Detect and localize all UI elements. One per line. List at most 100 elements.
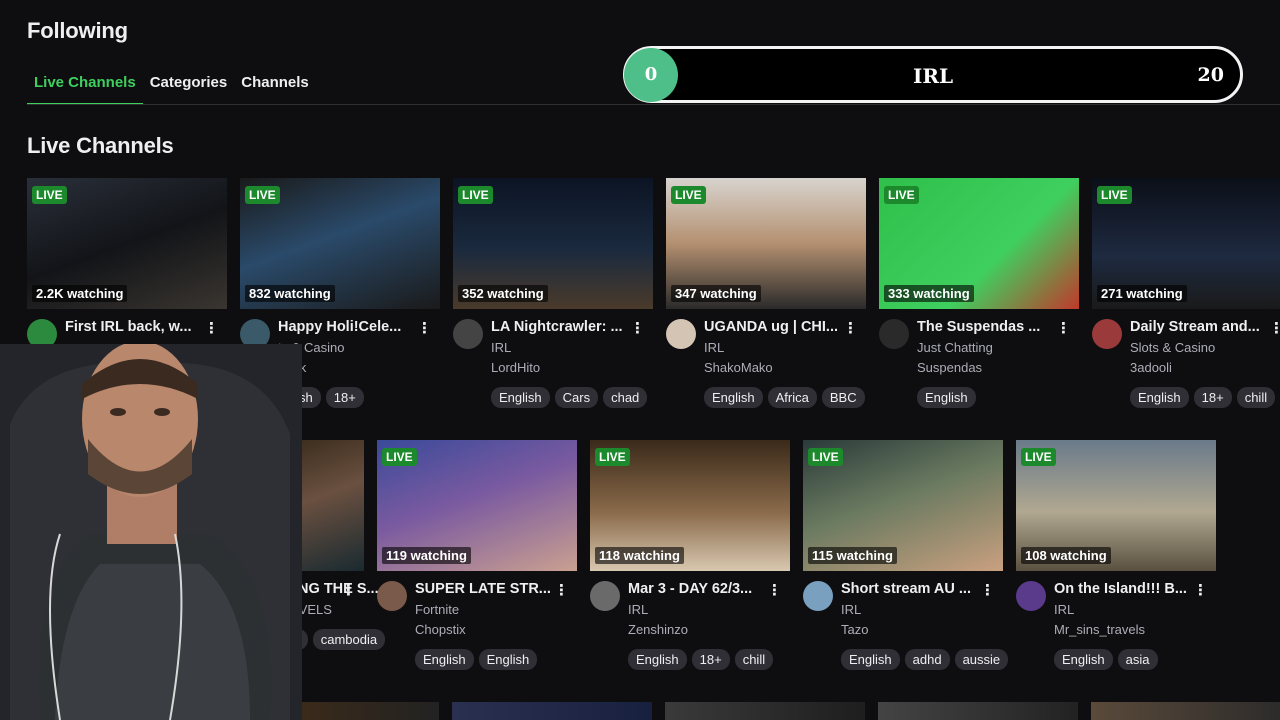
stream-title[interactable]: Daily Stream and... bbox=[1130, 319, 1280, 335]
stream-title[interactable]: The Suspendas ... bbox=[917, 319, 1067, 335]
stream-category[interactable]: IRL bbox=[841, 602, 996, 617]
tag-chip[interactable]: English bbox=[628, 649, 687, 670]
stream-category[interactable]: IRL bbox=[628, 602, 783, 617]
tag-chip[interactable]: chill bbox=[1236, 387, 1276, 408]
avatar[interactable] bbox=[453, 319, 483, 349]
tab-live-channels[interactable]: Live Channels bbox=[27, 70, 143, 105]
avatar[interactable] bbox=[377, 581, 407, 611]
stream-thumbnail[interactable] bbox=[302, 702, 439, 720]
stream-title[interactable]: Happy Holi!Cele... bbox=[278, 319, 428, 335]
streamer-name[interactable]: ShakoMako bbox=[704, 360, 859, 375]
stream-thumbnail[interactable]: LIVE 352 watching bbox=[453, 178, 653, 309]
stream-card[interactable]: LIVE 118 watching Mar 3 - DAY 62/3... IRL Ze… bbox=[590, 440, 790, 670]
avatar[interactable] bbox=[1092, 319, 1122, 349]
stream-thumbnail[interactable] bbox=[878, 702, 1078, 720]
tag-chip[interactable]: English bbox=[491, 387, 550, 408]
stream-title[interactable]: UGANDA ug | CHI... bbox=[704, 319, 854, 335]
tab-channels[interactable]: Channels bbox=[234, 70, 316, 105]
tag-chip[interactable]: asia bbox=[1117, 649, 1158, 670]
stream-thumbnail[interactable] bbox=[665, 702, 865, 720]
more-options-icon[interactable]: ⋮ bbox=[1269, 319, 1280, 337]
streamer-name[interactable]: Chopstix bbox=[415, 622, 570, 637]
tag-chip[interactable]: English bbox=[917, 387, 976, 408]
avatar[interactable] bbox=[879, 319, 909, 349]
viewer-count: 352 watching bbox=[458, 285, 548, 302]
tag-chip[interactable]: chad bbox=[603, 387, 648, 408]
tag-chip[interactable]: English bbox=[415, 649, 474, 670]
tag-chip[interactable]: Africa bbox=[767, 387, 817, 408]
tag-chip[interactable]: English bbox=[841, 649, 900, 670]
stream-category[interactable]: IRL bbox=[704, 340, 859, 355]
more-options-icon[interactable]: ⋮ bbox=[1193, 581, 1208, 599]
tab-categories[interactable]: Categories bbox=[143, 70, 235, 105]
streamer-name[interactable]: 3adooli bbox=[1130, 360, 1280, 375]
stream-category[interactable]: Fortnite bbox=[415, 602, 570, 617]
stream-card[interactable]: LIVE 108 watching On the Island!!! B... IRL… bbox=[1016, 440, 1216, 670]
stream-thumbnail[interactable]: LIVE 271 watching bbox=[1092, 178, 1280, 309]
more-options-icon[interactable]: ⋮ bbox=[630, 319, 645, 337]
stream-card[interactable]: LIVE 333 watching The Suspendas ... Just Ch… bbox=[879, 178, 1079, 408]
tag-chip[interactable]: 18+ bbox=[325, 387, 364, 408]
stream-title[interactable]: Short stream AU ... bbox=[841, 581, 991, 597]
more-options-icon[interactable]: ⋮ bbox=[341, 581, 356, 599]
tag-chip[interactable]: English bbox=[1054, 649, 1113, 670]
stream-thumbnail[interactable]: LIVE 115 watching bbox=[803, 440, 1003, 571]
stream-thumbnail[interactable]: LIVE 2.2K watching bbox=[27, 178, 227, 309]
stream-category[interactable]: IRL bbox=[1054, 602, 1209, 617]
tag-chip[interactable]: English bbox=[478, 649, 538, 670]
stream-category[interactable]: IRL bbox=[491, 340, 646, 355]
more-options-icon[interactable]: ⋮ bbox=[980, 581, 995, 599]
stream-card[interactable]: LIVE 271 watching Daily Stream and... Slots… bbox=[1092, 178, 1280, 408]
tag-list: English Cars chad bbox=[491, 387, 653, 408]
more-options-icon[interactable]: ⋮ bbox=[554, 581, 569, 599]
more-options-icon[interactable]: ⋮ bbox=[204, 319, 219, 337]
tag-chip[interactable]: cambodia bbox=[312, 629, 386, 650]
streamer-name[interactable]: Suspendas bbox=[917, 360, 1072, 375]
streamer-name[interactable]: Zenshinzo bbox=[628, 622, 783, 637]
stream-category[interactable]: Just Chatting bbox=[917, 340, 1072, 355]
streamer-webcam-overlay bbox=[0, 344, 302, 720]
tag-chip[interactable]: 18+ bbox=[1193, 387, 1232, 408]
tabs-divider bbox=[27, 104, 1280, 105]
stream-title[interactable]: First IRL back, w... bbox=[65, 319, 215, 335]
tag-chip[interactable]: English bbox=[1130, 387, 1189, 408]
stream-title[interactable]: LA Nightcrawler: ... bbox=[491, 319, 641, 335]
stream-title[interactable]: On the Island!!! B... bbox=[1054, 581, 1204, 597]
tag-chip[interactable]: chill bbox=[734, 649, 774, 670]
stream-thumbnail[interactable]: LIVE 347 watching bbox=[666, 178, 866, 309]
stream-title[interactable]: Mar 3 - DAY 62/3... bbox=[628, 581, 778, 597]
stream-thumbnail[interactable] bbox=[1091, 702, 1280, 720]
stream-thumbnail[interactable]: LIVE 118 watching bbox=[590, 440, 790, 571]
stream-title[interactable]: SUPER LATE STR... bbox=[415, 581, 565, 597]
tag-chip[interactable]: aussie bbox=[954, 649, 1009, 670]
stream-thumbnail[interactable]: LIVE 333 watching bbox=[879, 178, 1079, 309]
stream-card[interactable]: LIVE 352 watching LA Nightcrawler: ... IRL L… bbox=[453, 178, 653, 408]
tag-chip[interactable]: adhd bbox=[904, 649, 950, 670]
streamer-name[interactable]: Tazo bbox=[841, 622, 996, 637]
avatar[interactable] bbox=[1016, 581, 1046, 611]
avatar[interactable] bbox=[666, 319, 696, 349]
more-options-icon[interactable]: ⋮ bbox=[1056, 319, 1071, 337]
stream-card[interactable]: LIVE 347 watching UGANDA ug | CHI... IRL Sha… bbox=[666, 178, 866, 408]
more-options-icon[interactable]: ⋮ bbox=[843, 319, 858, 337]
stream-thumbnail[interactable]: LIVE 832 watching bbox=[240, 178, 440, 309]
tag-chip[interactable]: BBC bbox=[821, 387, 865, 408]
streamer-name[interactable]: LordHito bbox=[491, 360, 646, 375]
avatar[interactable] bbox=[590, 581, 620, 611]
stream-thumbnail[interactable]: LIVE 119 watching bbox=[377, 440, 577, 571]
stream-card[interactable]: LIVE 119 watching SUPER LATE STR... Fortnit… bbox=[377, 440, 577, 670]
more-options-icon[interactable]: ⋮ bbox=[767, 581, 782, 599]
live-badge: LIVE bbox=[671, 186, 706, 204]
stream-thumbnail[interactable]: LIVE 108 watching bbox=[1016, 440, 1216, 571]
tag-chip[interactable]: English bbox=[704, 387, 763, 408]
stream-thumbnail[interactable] bbox=[452, 702, 652, 720]
stream-category[interactable]: Slots & Casino bbox=[1130, 340, 1280, 355]
tag-chip[interactable]: Cars bbox=[554, 387, 599, 408]
avatar[interactable] bbox=[803, 581, 833, 611]
live-badge: LIVE bbox=[1021, 448, 1056, 466]
streamer-name[interactable]: Mr_sins_travels bbox=[1054, 622, 1209, 637]
more-options-icon[interactable]: ⋮ bbox=[417, 319, 432, 337]
tag-chip[interactable]: 18+ bbox=[691, 649, 730, 670]
card-meta: Mar 3 - DAY 62/3... IRL Zenshinzo ⋮ bbox=[590, 581, 790, 637]
stream-card[interactable]: LIVE 115 watching Short stream AU ... IRL Ta… bbox=[803, 440, 1009, 670]
